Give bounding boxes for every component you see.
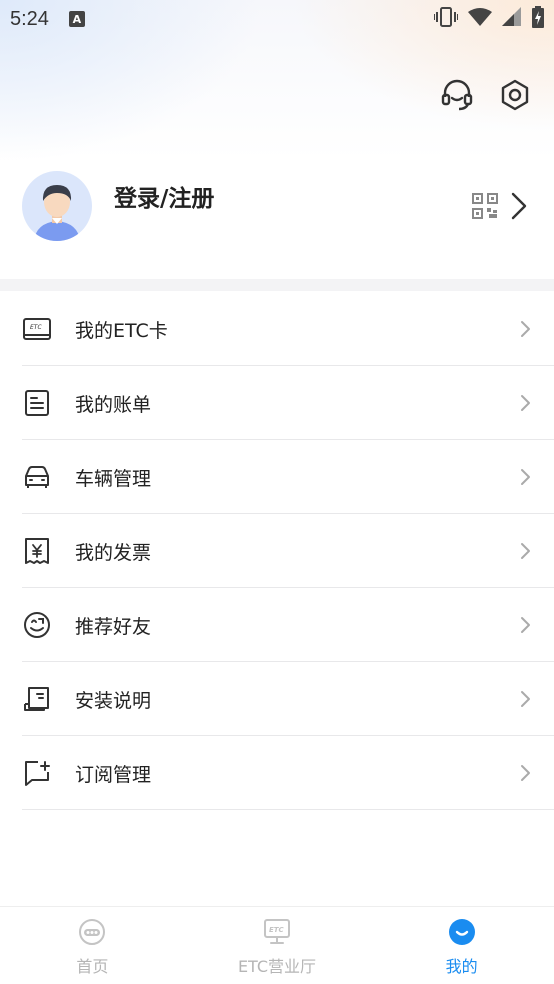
bottom-tab-bar: 首页 ETC ETC营业厅 我的 <box>0 906 554 984</box>
menu-list: ETC 我的ETC卡 我的账单 车辆管理 我的发票 推荐好友 安装说明 订阅管理 <box>0 292 554 810</box>
settings-button[interactable] <box>498 78 532 112</box>
home-icon <box>79 919 106 945</box>
menu-item-label: 我的账单 <box>75 393 152 416</box>
chevron-right-icon <box>521 469 530 485</box>
svg-text:ETC: ETC <box>30 324 42 331</box>
customer-service-button[interactable] <box>440 78 474 112</box>
menu-item-label: 安装说明 <box>75 689 152 712</box>
tab-label: 首页 <box>76 957 109 976</box>
battery-icon <box>532 6 544 28</box>
menu-item-label: 车辆管理 <box>75 467 152 490</box>
signal-icon <box>502 7 521 26</box>
chevron-right-icon <box>521 617 530 633</box>
menu-item-invoice[interactable]: 我的发票 <box>0 514 554 588</box>
invoice-icon <box>25 538 49 564</box>
user-avatar-icon <box>34 185 80 241</box>
profile-chevron-right-icon[interactable] <box>508 191 530 221</box>
tab-label: 我的 <box>445 957 478 976</box>
chevron-right-icon <box>521 395 530 411</box>
menu-item-label: 推荐好友 <box>75 615 152 638</box>
menu-item-install-guide[interactable]: 安装说明 <box>0 662 554 736</box>
tab-label: ETC营业厅 <box>237 957 317 976</box>
bill-icon <box>25 390 49 416</box>
headset-icon <box>441 79 473 111</box>
car-icon <box>25 466 49 488</box>
status-icons <box>434 6 544 28</box>
avatar[interactable] <box>22 171 92 241</box>
settings-icon <box>501 79 529 111</box>
tab-home[interactable]: 首页 <box>0 907 185 984</box>
install-guide-icon <box>24 687 49 711</box>
chevron-right-icon <box>521 691 530 707</box>
menu-item-recommend[interactable]: 推荐好友 <box>0 588 554 662</box>
qr-code-icon <box>472 193 498 219</box>
status-time: 5:24 <box>10 7 49 30</box>
menu-item-subscription[interactable]: 订阅管理 <box>0 736 554 810</box>
qr-code-button[interactable] <box>472 193 498 219</box>
subscribe-icon <box>25 761 50 786</box>
menu-item-bill[interactable]: 我的账单 <box>0 366 554 440</box>
menu-item-etc-card[interactable]: ETC 我的ETC卡 <box>0 292 554 366</box>
tab-etc-hall[interactable]: ETC ETC营业厅 <box>185 907 370 984</box>
etc-hall-icon: ETC <box>264 919 290 944</box>
mine-icon <box>448 919 475 945</box>
menu-item-label: 我的发票 <box>75 541 152 564</box>
etc-card-icon: ETC <box>23 318 51 340</box>
recommend-icon <box>24 612 50 638</box>
menu-item-label: 订阅管理 <box>75 763 152 786</box>
chevron-right-icon <box>521 321 530 337</box>
wifi-icon <box>468 8 492 26</box>
menu-item-label: 我的ETC卡 <box>75 319 168 342</box>
chevron-right-icon <box>521 765 530 781</box>
login-register-link[interactable]: 登录/注册 <box>114 179 214 213</box>
status-bar: 5:24 A <box>0 0 554 38</box>
vibrate-icon <box>434 7 458 27</box>
profile-card[interactable]: 登录/注册 <box>0 165 554 251</box>
tab-mine[interactable]: 我的 <box>369 907 554 984</box>
svg-text:ETC: ETC <box>269 926 285 934</box>
section-divider <box>0 279 554 291</box>
notification-icon: A <box>68 11 85 27</box>
menu-item-vehicle[interactable]: 车辆管理 <box>0 440 554 514</box>
chevron-right-icon <box>521 543 530 559</box>
